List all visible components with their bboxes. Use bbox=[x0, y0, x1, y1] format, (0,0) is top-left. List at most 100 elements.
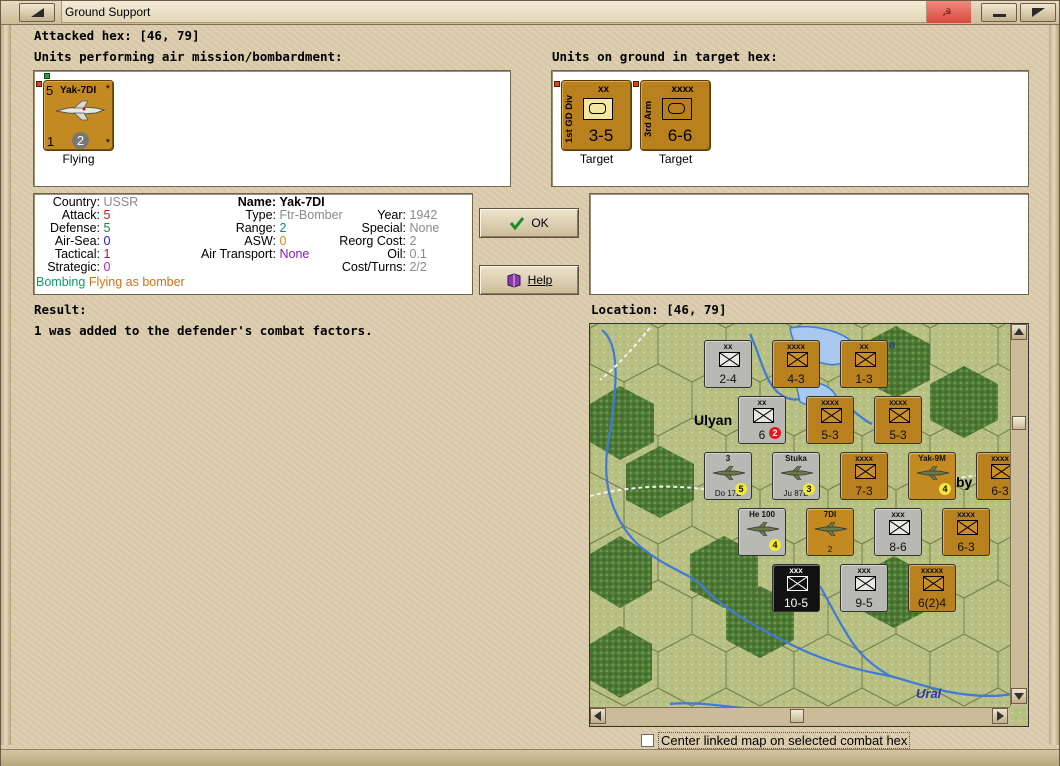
tactical-value: 1 bbox=[103, 247, 111, 261]
map-horizontal-scrollbar[interactable] bbox=[590, 707, 1010, 725]
oil-value: 0.1 bbox=[409, 247, 427, 261]
map-unit-counter[interactable]: xxxx 5-3 bbox=[806, 396, 854, 444]
map-label-by: by bbox=[956, 474, 973, 490]
map-unit-strength: 6-3 bbox=[957, 540, 975, 554]
air-transport-value: None bbox=[279, 247, 310, 261]
ground-unit-1-flag-icon bbox=[554, 81, 560, 87]
map-unit-strength: 1-3 bbox=[855, 372, 873, 386]
info-key: Cost/Turns: bbox=[341, 260, 406, 274]
ground-unit-2-counter[interactable]: xxxx 3rd Arm 6-6 bbox=[640, 80, 711, 151]
mini-map[interactable]: Ulyan by Ural a xx 2-4 xxxx 4-3 xx 1-3 xx 6 2 xxx… bbox=[589, 323, 1029, 727]
ground-unit-1-strength: 3-5 bbox=[588, 126, 614, 145]
air-unit-name: Yak-7DI bbox=[60, 85, 97, 96]
close-button[interactable]: ☭ bbox=[927, 1, 971, 23]
map-label-ulyan: Ulyan bbox=[694, 412, 733, 428]
center-linked-map-label: Center linked map on selected combat hex bbox=[658, 732, 911, 749]
result-text: 1 was added to the defender's combat fac… bbox=[34, 323, 373, 338]
air-units-label: Units performing air mission/bombardment… bbox=[34, 49, 343, 64]
help-book-icon bbox=[507, 273, 521, 288]
map-unit-symbol-icon bbox=[957, 520, 978, 535]
mission-flying-as-bomber: Flying as bomber bbox=[88, 275, 185, 289]
air-unit-marker-icon bbox=[44, 73, 50, 79]
map-unit-top: xx bbox=[859, 342, 869, 351]
map-unit-counter[interactable]: 7DI 2 bbox=[806, 508, 854, 556]
ground-units-panel: xx 1st GD Div 3-5 Target xxxx 3rd Arm 6-… bbox=[551, 70, 1029, 187]
map-unit-badge: 4 bbox=[939, 483, 951, 495]
map-unit-top: xxx bbox=[857, 566, 871, 575]
map-unit-top: Yak-9M bbox=[918, 454, 946, 463]
map-unit-strength: 10-5 bbox=[783, 596, 809, 610]
map-unit-symbol-icon bbox=[889, 520, 910, 535]
map-unit-counter[interactable]: xxx 10-5 bbox=[772, 564, 820, 612]
map-unit-top: xx bbox=[723, 342, 733, 351]
infantry-symbol-icon bbox=[583, 98, 613, 120]
bottom-border bbox=[1, 749, 1059, 766]
map-unit-counter[interactable]: xx 2-4 bbox=[704, 340, 752, 388]
center-linked-map-option[interactable]: Center linked map on selected combat hex bbox=[641, 732, 911, 749]
air-unit-flag-icon bbox=[36, 81, 42, 87]
arrow-up-icon bbox=[1014, 328, 1024, 335]
hammer-sickle-icon: ☭ bbox=[942, 6, 952, 19]
map-unit-counter[interactable]: xxx 8-6 bbox=[874, 508, 922, 556]
arrow-right-icon bbox=[997, 711, 1004, 721]
map-unit-plane-icon bbox=[745, 521, 781, 537]
map-unit-counter[interactable]: xx 1-3 bbox=[840, 340, 888, 388]
ground-unit-2-size: xxxx bbox=[671, 84, 694, 95]
air-sea-value: 0 bbox=[103, 234, 111, 248]
map-unit-badge: 2 bbox=[769, 427, 781, 439]
ground-unit-1-size: xx bbox=[597, 84, 610, 95]
map-unit-strength: 8-6 bbox=[889, 540, 907, 554]
map-unit-counter[interactable]: He 100 4 bbox=[738, 508, 786, 556]
year-value: 1942 bbox=[409, 208, 438, 222]
map-unit-counter[interactable]: xxxxx 6(2)4 bbox=[908, 564, 956, 612]
map-unit-counter[interactable]: xxxx 4-3 bbox=[772, 340, 820, 388]
minimize-button[interactable] bbox=[981, 3, 1017, 22]
scroll-up-button[interactable] bbox=[1011, 324, 1027, 340]
map-unit-strength: 7-3 bbox=[855, 484, 873, 498]
map-unit-symbol-icon bbox=[923, 576, 944, 591]
attack-value: 5 bbox=[103, 208, 111, 222]
map-unit-top: 7DI bbox=[823, 510, 837, 519]
map-unit-counter[interactable]: Yak-9M 4 bbox=[908, 452, 956, 500]
map-unit-counter[interactable]: xxxx 7-3 bbox=[840, 452, 888, 500]
ground-support-window: Ground Support ☭ Attacked hex: [46, 79] … bbox=[0, 0, 1060, 766]
maximize-icon bbox=[1032, 8, 1045, 17]
window-menu-button[interactable] bbox=[19, 3, 55, 22]
air-unit-counter[interactable]: 5 Yak-7DI * 1 2 * bbox=[43, 80, 114, 151]
location-label: Location: bbox=[591, 302, 659, 317]
map-unit-counter[interactable]: 3 Do 17Z 5 bbox=[704, 452, 752, 500]
map-unit-strength: 5-3 bbox=[889, 428, 907, 442]
map-unit-top: He 100 bbox=[749, 510, 775, 519]
scroll-down-button[interactable] bbox=[1011, 688, 1027, 704]
map-unit-counter[interactable]: Stuka Ju 87B 3 bbox=[772, 452, 820, 500]
ground-unit-1-counter[interactable]: xx 1st GD Div 3-5 bbox=[561, 80, 632, 151]
scroll-left-button[interactable] bbox=[590, 708, 606, 724]
maximize-button[interactable] bbox=[1020, 3, 1056, 22]
left-border bbox=[1, 25, 11, 745]
air-units-panel: 5 Yak-7DI * 1 2 * Flying bbox=[33, 70, 511, 187]
map-vertical-scrollbar[interactable] bbox=[1010, 324, 1028, 706]
center-linked-map-checkbox[interactable] bbox=[641, 734, 654, 747]
map-unit-top: xxxx bbox=[821, 398, 839, 407]
map-unit-symbol-icon bbox=[753, 408, 774, 423]
help-button[interactable]: Help bbox=[479, 265, 579, 295]
ok-button[interactable]: OK bbox=[479, 208, 579, 238]
attacked-hex-row: Attacked hex: [46, 79] bbox=[34, 28, 200, 43]
info-key: Air Transport: bbox=[200, 247, 276, 261]
horizontal-scroll-thumb[interactable] bbox=[790, 709, 804, 723]
map-unit-counter[interactable]: xxxx 5-3 bbox=[874, 396, 922, 444]
range-value: 2 bbox=[279, 221, 287, 235]
map-unit-plane-icon bbox=[915, 465, 951, 481]
help-label: Help bbox=[527, 273, 553, 287]
scroll-right-button[interactable] bbox=[992, 708, 1008, 724]
map-unit-counter[interactable]: xxx 9-5 bbox=[840, 564, 888, 612]
attacked-hex-value: [46, 79] bbox=[139, 28, 200, 43]
map-unit-counter[interactable]: xx 6 2 bbox=[738, 396, 786, 444]
map-unit-top: xxxx bbox=[787, 342, 805, 351]
map-unit-top: xxx bbox=[789, 566, 803, 575]
ground-unit-2-strength: 6-6 bbox=[667, 126, 693, 145]
map-unit-top: xxxx bbox=[957, 510, 975, 519]
vertical-scroll-thumb[interactable] bbox=[1012, 416, 1026, 430]
map-unit-counter[interactable]: xxxx 6-3 bbox=[942, 508, 990, 556]
reorg-cost-value: 2 bbox=[409, 234, 417, 248]
